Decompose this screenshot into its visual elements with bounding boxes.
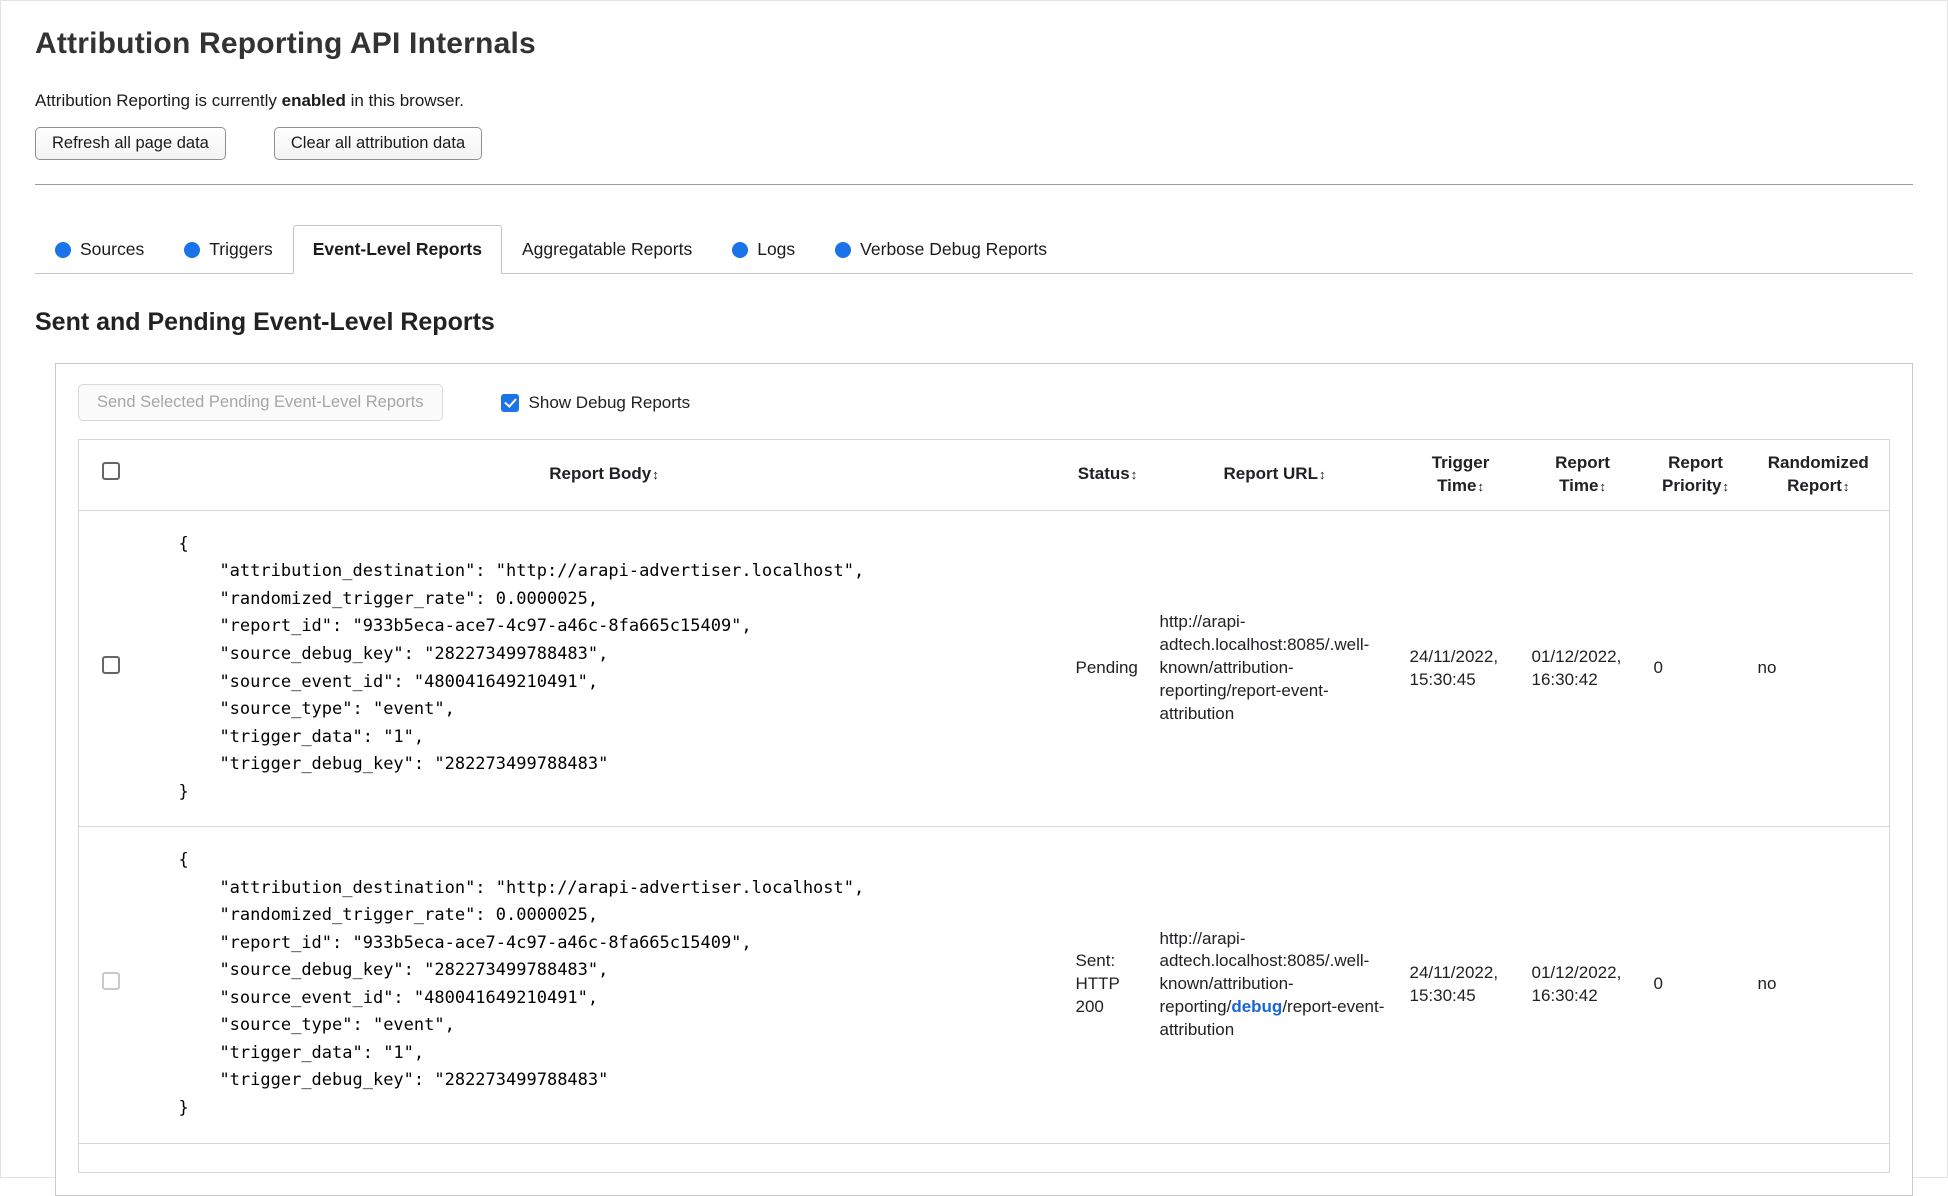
trigger-time-cell: 24/11/2022, 15:30:45 — [1399, 510, 1522, 828]
tab-label: Event-Level Reports — [312, 239, 482, 259]
header-trigger-time[interactable]: Trigger Time↕ — [1399, 439, 1522, 511]
reports-panel: Send Selected Pending Event-Level Report… — [55, 363, 1913, 1196]
main: Attribution Reporting API Internals Attr… — [1, 1, 1947, 1196]
tab-label: Verbose Debug Reports — [860, 239, 1047, 259]
report-body-json: { "attribution_destination": "http://ara… — [178, 533, 865, 802]
tab-label: Logs — [757, 239, 796, 259]
report-row: { "attribution_destination": "http://ara… — [78, 510, 1890, 828]
table-header-row: Report Body↕ Status↕ Report URL↕ Trigger… — [78, 439, 1890, 511]
report-time-cell: 01/12/2022, 16:30:42 — [1521, 510, 1644, 828]
show-debug-checkbox[interactable] — [500, 393, 519, 412]
send-selected-reports-button[interactable]: Send Selected Pending Event-Level Report… — [78, 384, 443, 421]
tab-logs[interactable]: Logs — [712, 225, 815, 273]
report-body-cell: { "attribution_destination": "http://ara… — [142, 826, 1066, 1144]
tab-label: Triggers — [209, 239, 273, 259]
verbose-debug-active-dot-icon — [835, 241, 852, 258]
divider — [35, 184, 1913, 185]
triggers-active-dot-icon — [184, 241, 201, 258]
reports-table: Report Body↕ Status↕ Report URL↕ Trigger… — [78, 439, 1890, 1173]
status-text-suffix: in this browser. — [345, 91, 464, 110]
show-debug-label: Show Debug Reports — [528, 392, 691, 412]
tab-event-level-reports[interactable]: Event-Level Reports — [292, 225, 502, 274]
randomized-report-cell: no — [1747, 826, 1890, 1144]
status-line: Attribution Reporting is currently enabl… — [35, 91, 1913, 111]
sources-active-dot-icon — [55, 241, 71, 258]
header-report-url[interactable]: Report URL↕ — [1149, 439, 1400, 511]
sort-icon: ↕ — [1477, 478, 1484, 494]
tab-triggers[interactable]: Triggers — [164, 225, 293, 273]
report-body-cell: { "attribution_destination": "http://ara… — [142, 510, 1066, 828]
section-heading: Sent and Pending Event-Level Reports — [35, 308, 495, 336]
row-select-checkbox-disabled — [101, 972, 120, 991]
header-report-priority[interactable]: Report Priority↕ — [1643, 439, 1748, 511]
tab-sources[interactable]: Sources — [35, 225, 164, 273]
status-cell: Pending — [1065, 510, 1150, 828]
logs-active-dot-icon — [732, 241, 749, 258]
header-randomized-report[interactable]: Randomized Report↕ — [1747, 439, 1890, 511]
report-url-text: http://arapi-adtech.localhost:8085/.well… — [1159, 612, 1370, 723]
report-row: { "attribution_destination": "http://ara… — [78, 826, 1890, 1144]
report-priority-cell: 0 — [1643, 510, 1748, 828]
row-select-cell — [78, 510, 143, 828]
sort-icon: ↕ — [1842, 478, 1850, 494]
refresh-all-button[interactable]: Refresh all page data — [35, 127, 226, 160]
page-title: Attribution Reporting API Internals — [35, 27, 536, 60]
report-time-cell: 01/12/2022, 16:30:42 — [1521, 826, 1644, 1144]
status-text-prefix: Attribution Reporting is currently — [35, 91, 282, 110]
toolbar: Refresh all page data Clear all attribut… — [35, 127, 1913, 160]
table-footer-row — [78, 1143, 1890, 1173]
status-cell: Sent: HTTP 200 — [1065, 826, 1150, 1144]
debug-link[interactable]: debug — [1231, 997, 1282, 1016]
row-select-cell — [78, 826, 143, 1144]
table-footer-strip — [78, 1143, 1890, 1173]
sort-icon: ↕ — [1130, 467, 1138, 483]
report-url-cell: http://arapi-adtech.localhost:8085/.well… — [1149, 826, 1400, 1144]
report-url-cell: http://arapi-adtech.localhost:8085/.well… — [1149, 510, 1400, 828]
show-debug-reports-toggle[interactable]: Show Debug Reports — [500, 392, 691, 413]
tab-label: Sources — [80, 239, 145, 259]
report-body-json: { "attribution_destination": "http://ara… — [178, 850, 865, 1118]
tab-aggregatable-reports[interactable]: Aggregatable Reports — [502, 225, 712, 273]
status-enabled: enabled — [281, 91, 346, 110]
tab-verbose-debug-reports[interactable]: Verbose Debug Reports — [815, 225, 1067, 273]
header-select-all — [78, 439, 143, 511]
sort-icon: ↕ — [1722, 478, 1730, 494]
tab-bar: Sources Triggers Event-Level Reports Agg… — [35, 225, 1913, 274]
header-status[interactable]: Status↕ — [1065, 439, 1150, 511]
tab-label: Aggregatable Reports — [521, 239, 693, 259]
trigger-time-cell: 24/11/2022, 15:30:45 — [1399, 826, 1522, 1144]
select-all-checkbox[interactable] — [101, 462, 120, 481]
panel-toolbar: Send Selected Pending Event-Level Report… — [78, 384, 1890, 421]
clear-all-button[interactable]: Clear all attribution data — [273, 127, 483, 160]
header-report-body[interactable]: Report Body↕ — [142, 439, 1066, 511]
sort-icon: ↕ — [1318, 467, 1326, 483]
report-priority-cell: 0 — [1643, 826, 1748, 1144]
sort-icon: ↕ — [1599, 478, 1606, 494]
row-select-checkbox[interactable] — [101, 656, 120, 675]
sort-icon: ↕ — [652, 467, 659, 483]
randomized-report-cell: no — [1747, 510, 1890, 828]
header-report-time[interactable]: Report Time↕ — [1521, 439, 1644, 511]
